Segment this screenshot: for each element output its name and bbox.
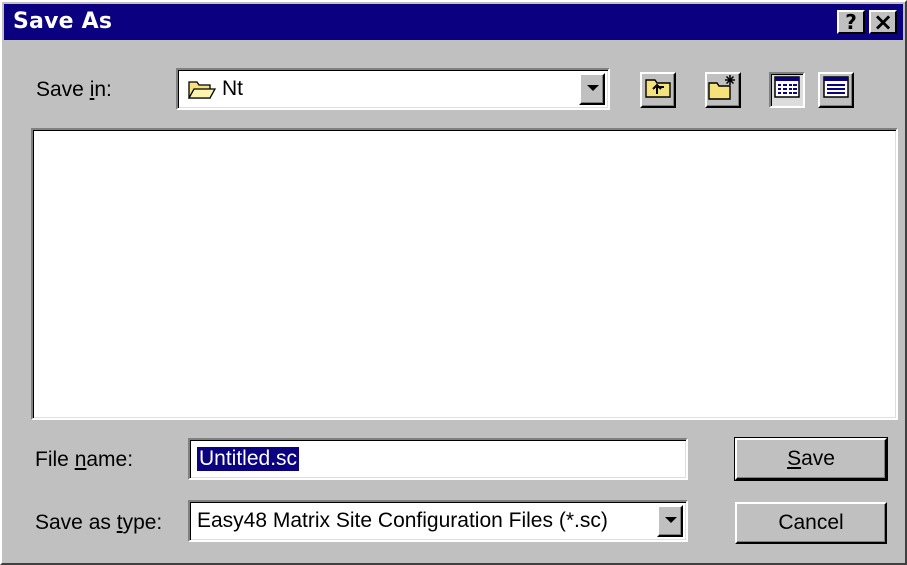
close-button[interactable]: ×: [869, 10, 897, 34]
save-in-combo[interactable]: Nt: [176, 68, 610, 110]
file-name-label: File name:: [35, 448, 134, 471]
up-one-level-icon: [645, 76, 671, 104]
help-icon: ?: [845, 10, 857, 34]
save-as-type-value: Easy48 Matrix Site Configuration Files (…: [197, 509, 608, 532]
close-icon: ×: [872, 8, 894, 36]
list-view-icon: [774, 76, 800, 104]
save-as-type-combo[interactable]: Easy48 Matrix Site Configuration Files (…: [188, 500, 688, 542]
save-in-value: Nt: [222, 77, 243, 100]
save-as-dialog: Save As ? × Save in: Nt File name: Untit…: [0, 0, 907, 565]
window-title: Save As: [13, 9, 113, 34]
save-as-type-label: Save as type:: [35, 511, 163, 534]
details-view-icon: [823, 76, 849, 104]
save-in-label: Save in:: [36, 78, 112, 101]
cancel-button[interactable]: Cancel: [735, 502, 887, 544]
list-view-button[interactable]: [769, 72, 805, 108]
new-folder-icon: [708, 73, 738, 107]
file-name-value: Untitled.sc: [197, 447, 300, 471]
save-button[interactable]: Save: [735, 438, 887, 480]
open-folder-icon: [187, 78, 217, 100]
save-as-type-dropdown-button[interactable]: [657, 505, 683, 537]
title-bar[interactable]: Save As ? ×: [4, 4, 903, 40]
create-new-folder-button[interactable]: [705, 72, 741, 108]
file-name-input[interactable]: Untitled.sc: [188, 438, 688, 480]
file-list[interactable]: [31, 128, 898, 420]
help-button[interactable]: ?: [837, 10, 865, 34]
save-in-dropdown-button[interactable]: [579, 73, 605, 105]
details-view-button[interactable]: [818, 72, 854, 108]
up-one-level-button[interactable]: [640, 72, 676, 108]
